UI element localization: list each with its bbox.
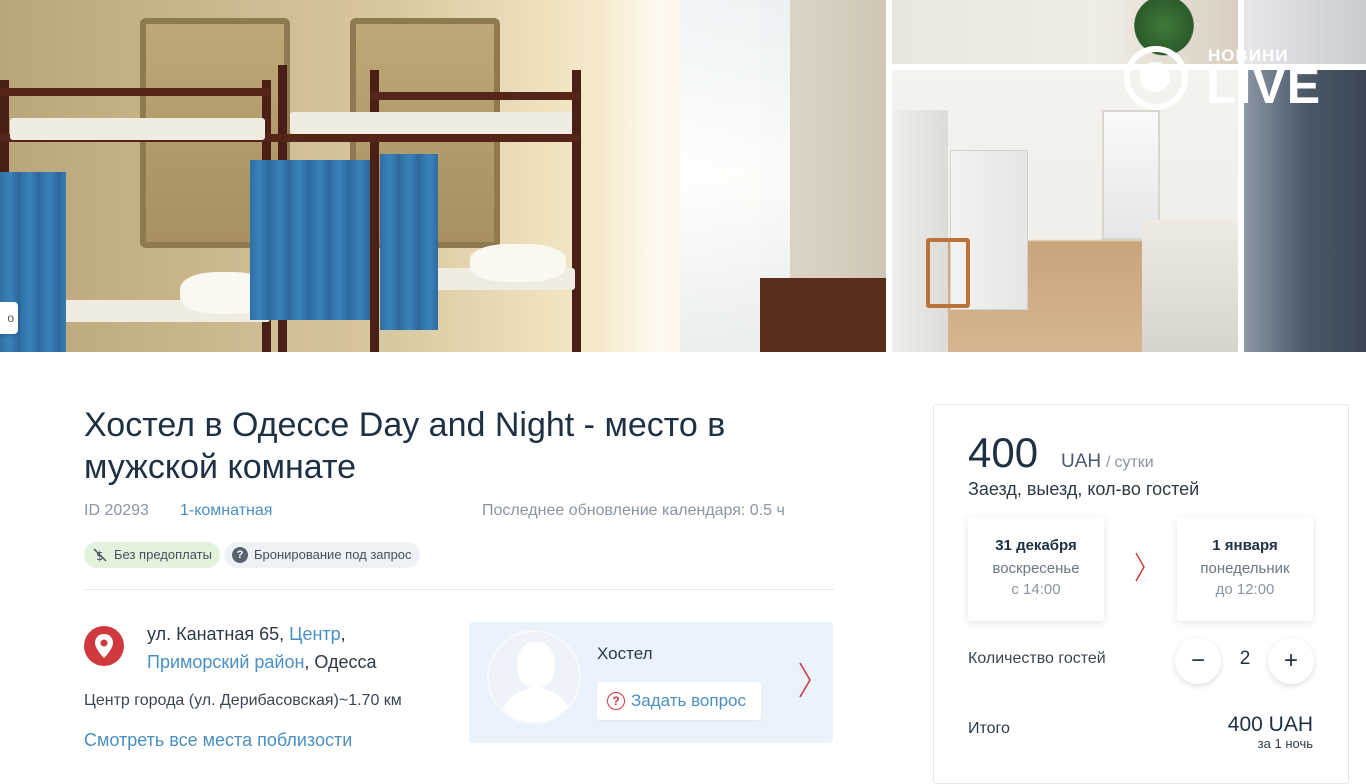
district-center-link[interactable]: Центр — [289, 624, 341, 644]
photo-gallery: о НОВИНИ LIVE — [0, 0, 1366, 352]
price-period: / сутки — [1106, 454, 1154, 472]
checkin-date: 31 декабря — [995, 537, 1077, 554]
bunk-rail — [370, 92, 580, 100]
rooms-link[interactable]: 1-комнатная — [180, 502, 272, 520]
on-request-label: Бронирование под запрос — [254, 547, 412, 562]
no-prepayment-label: Без предоплаты — [114, 547, 212, 562]
chevron-right-icon — [1135, 552, 1145, 582]
watermark-dot-icon — [1140, 62, 1170, 92]
bunk-rail — [0, 88, 270, 96]
price-value: 400 — [968, 429, 1039, 476]
mattress — [290, 112, 572, 134]
host-name: Хостел — [597, 644, 653, 663]
center-distance: Центр города (ул. Дерибасовская)~1.70 км — [84, 692, 402, 709]
city-text: , Одесса — [304, 652, 377, 672]
bed-curtain — [380, 154, 438, 330]
novyny-live-watermark: НОВИНИ LIVE — [1122, 44, 1322, 114]
checkin-date-picker[interactable]: 31 декабря воскресенье с 14:00 — [968, 517, 1104, 621]
price-currency: UAH — [1061, 451, 1102, 472]
booking-panel: 400 UAH / сутки Заезд, выезд, кол-во гост… — [933, 404, 1349, 784]
mattress — [10, 118, 265, 140]
location-pin-icon — [84, 626, 124, 666]
street-text: ул. Канатная 65, — [147, 624, 290, 644]
gallery-more-button[interactable]: о — [0, 302, 18, 334]
checkout-weekday: понедельник — [1200, 560, 1290, 577]
bunk-post — [572, 70, 581, 352]
district-link[interactable]: Приморский район — [147, 652, 304, 672]
kitchen-counter — [1142, 220, 1238, 352]
wooden-table — [760, 278, 886, 352]
no-prepayment-badge: $ Без предоплаты — [84, 542, 220, 568]
pillow — [470, 244, 566, 282]
guests-decrease-button[interactable]: − — [1175, 638, 1221, 684]
calendar-update-text: Последнее обновление календаря: 0.5 ч — [482, 502, 785, 519]
section-divider — [84, 589, 834, 590]
main-photo[interactable]: о — [0, 0, 886, 352]
on-request-badge: ? Бронирование под запрос — [224, 542, 420, 568]
avatar-head — [517, 642, 555, 688]
chevron-right-icon[interactable] — [797, 660, 813, 700]
watermark-main-text: LIVE — [1206, 58, 1322, 114]
price-period-label: сутки — [1114, 454, 1154, 471]
checkin-time: с 14:00 — [1011, 581, 1061, 598]
address: ул. Канатная 65, Центр, Приморский район… — [147, 620, 447, 676]
guests-label: Количество гостей — [968, 650, 1106, 667]
total-value: 400 UAH — [1227, 713, 1313, 736]
checkout-date: 1 января — [1212, 537, 1278, 554]
ask-question-label: Задать вопрос — [631, 691, 746, 710]
host-card[interactable]: Хостел ? Задать вопрос — [469, 622, 833, 743]
total-label: Итого — [968, 720, 1010, 737]
gallery-more-label: о — [7, 311, 14, 325]
price-slash: / — [1106, 454, 1111, 471]
chair — [926, 238, 970, 308]
listing-id: ID 20293 — [84, 502, 149, 519]
question-icon: ? — [232, 547, 248, 563]
dates-label: Заезд, выезд, кол-во гостей — [968, 479, 1200, 499]
question-icon: ? — [607, 692, 625, 710]
checkin-weekday: воскресенье — [992, 560, 1080, 577]
listing-title: Хостел в Одессе Day and Night - место в … — [84, 406, 726, 486]
address-comma: , — [340, 624, 346, 644]
checkout-date-picker[interactable]: 1 января понедельник до 12:00 — [1177, 517, 1313, 621]
kitchen-cabinet — [892, 110, 948, 352]
guests-count: 2 — [1239, 648, 1251, 669]
nearby-places-link[interactable]: Смотреть все места поблизости — [84, 730, 352, 751]
ask-question-button[interactable]: ? Задать вопрос — [597, 682, 761, 720]
avatar — [487, 630, 581, 724]
total-note: за 1 ночь — [1257, 736, 1313, 751]
guests-increase-button[interactable]: + — [1268, 638, 1314, 684]
avatar-body — [499, 688, 573, 722]
bed-curtain — [250, 160, 370, 320]
checkout-time: до 12:00 — [1215, 581, 1275, 598]
no-prepayment-icon: $ — [92, 547, 108, 563]
